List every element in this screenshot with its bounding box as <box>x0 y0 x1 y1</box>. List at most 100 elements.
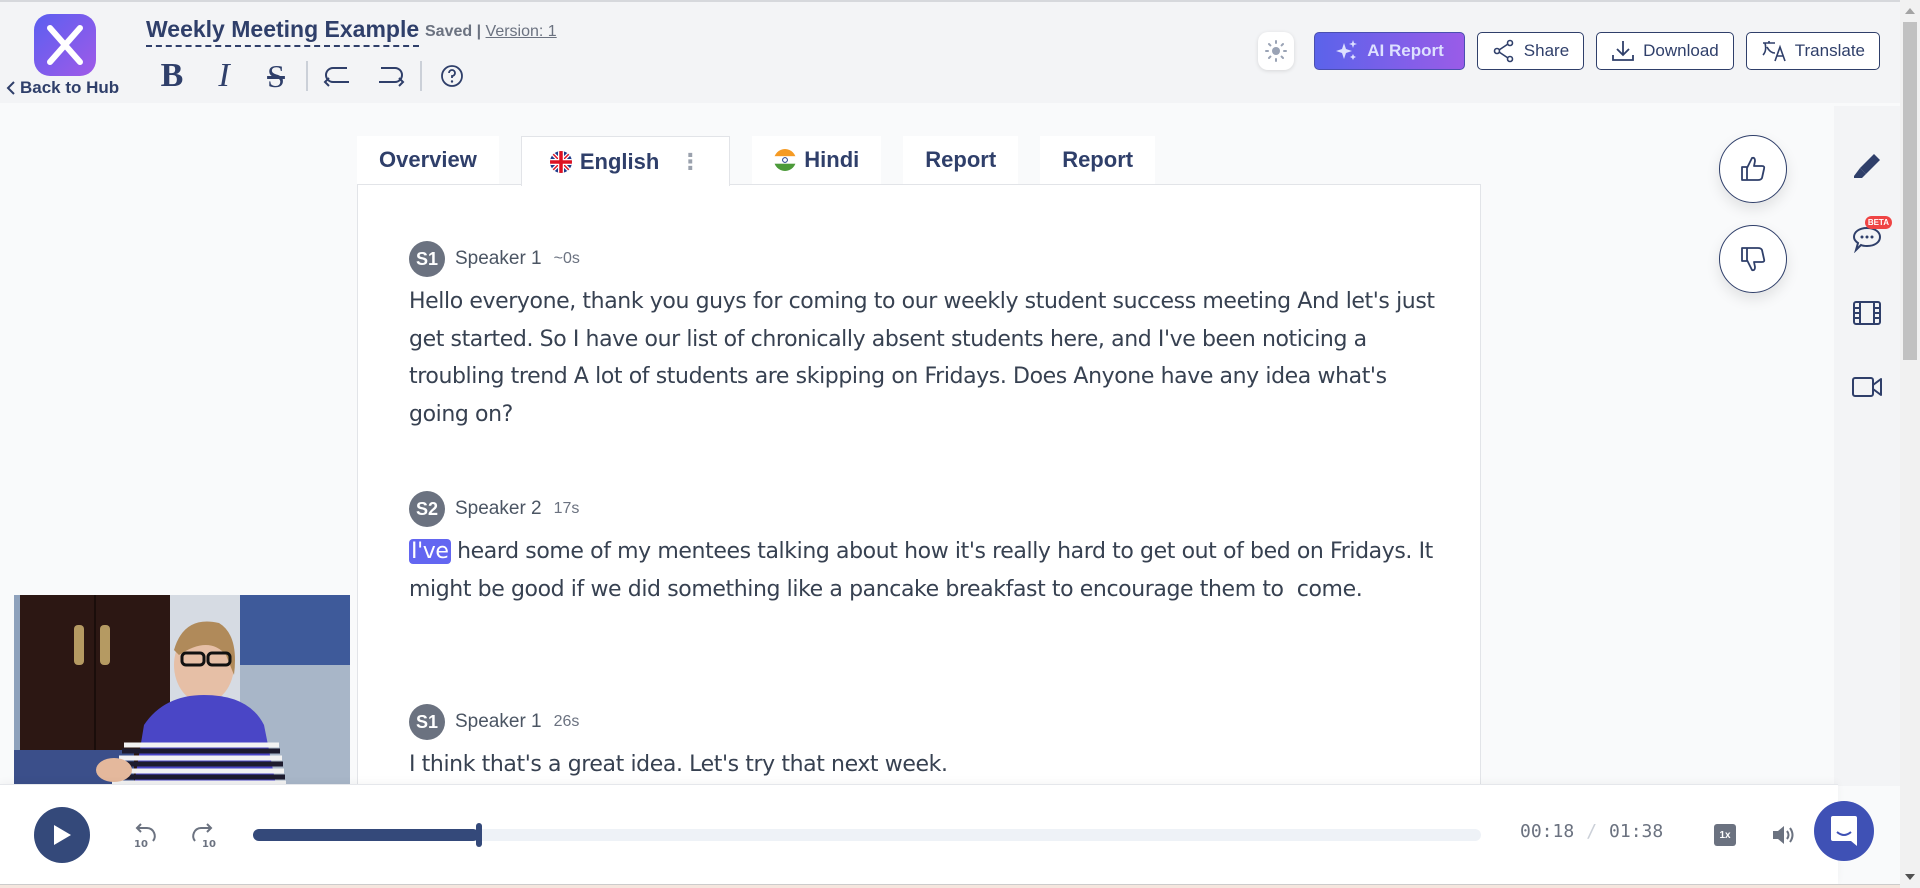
segment-timestamp[interactable]: 26s <box>554 713 580 731</box>
tab-bar: Overview English ⋮ Hindi Report Report <box>357 136 1177 186</box>
translate-button[interactable]: Translate <box>1745 32 1880 70</box>
tab-hindi[interactable]: Hindi <box>752 136 882 184</box>
header: Back to Hub Weekly Meeting Example Saved… <box>0 0 1900 103</box>
page-scrollbar[interactable] <box>1900 0 1920 888</box>
bold-button[interactable]: B <box>146 56 198 96</box>
current-word-highlight[interactable]: I've <box>409 539 451 564</box>
play-icon <box>54 825 71 845</box>
progress-fill <box>253 829 479 841</box>
film-icon <box>1853 301 1881 325</box>
total-time: 01:38 <box>1609 821 1664 842</box>
right-sidebar: BETA <box>1834 106 1900 786</box>
toolbar-divider <box>420 61 422 91</box>
document-title[interactable]: Weekly Meeting Example <box>146 16 420 47</box>
segment-text-rest: heard some of my mentees talking about h… <box>409 539 1440 602</box>
sparkle-icon <box>1336 40 1358 60</box>
italic-button[interactable]: I <box>198 56 250 96</box>
rewind-label: 10 <box>134 839 148 849</box>
volume-button[interactable] <box>1770 823 1796 852</box>
strikethrough-button[interactable]: S <box>250 56 302 96</box>
rewind-10-button[interactable]: 10 <box>131 821 159 850</box>
saved-label: Saved <box>425 23 473 40</box>
back-to-hub-link[interactable]: Back to Hub <box>6 78 119 98</box>
time-readout: 00:18 / 01:38 <box>1520 821 1663 842</box>
progress-track[interactable] <box>253 823 1481 847</box>
thumbs-down-button[interactable] <box>1719 225 1787 293</box>
undo-button[interactable] <box>312 56 364 96</box>
strikethrough-icon: S <box>267 57 285 94</box>
forward-10-button[interactable]: 10 <box>189 821 217 850</box>
undo-icon <box>323 67 349 87</box>
support-chat-launcher[interactable] <box>1814 801 1874 861</box>
redo-button[interactable] <box>364 56 416 96</box>
theme-toggle[interactable] <box>1258 32 1295 70</box>
download-button[interactable]: Download <box>1596 32 1734 70</box>
scroll-up-arrow[interactable] <box>1905 8 1915 14</box>
transcript-segment: S2 Speaker 2 17s I've heard some of my m… <box>409 491 1439 608</box>
speaker-row: S1 Speaker 1 ~0s <box>409 241 1439 277</box>
speaker-name[interactable]: Speaker 2 <box>455 498 542 520</box>
share-button[interactable]: Share <box>1476 32 1585 70</box>
speaker-name[interactable]: Speaker 1 <box>455 248 542 270</box>
transcript-segment: S1 Speaker 1 ~0s Hello everyone, thank y… <box>409 241 1439 433</box>
header-actions: AI Report Share Download Translate <box>1258 32 1880 70</box>
help-icon <box>441 65 463 87</box>
separator: | <box>476 23 482 40</box>
scroll-down-arrow[interactable] <box>1905 874 1915 880</box>
toolbar-divider <box>306 61 308 91</box>
translate-label: Translate <box>1794 41 1865 60</box>
tab-english[interactable]: English ⋮ <box>520 136 731 186</box>
tab-report-2[interactable]: Report <box>1040 136 1156 184</box>
forward-label: 10 <box>202 839 216 849</box>
speaker-name[interactable]: Speaker 1 <box>455 711 542 733</box>
forward-10-icon: 10 <box>192 823 216 850</box>
tab-label: Overview <box>379 147 477 172</box>
tab-label: Hindi <box>804 147 860 172</box>
tab-report-1[interactable]: Report <box>903 136 1019 184</box>
format-toolbar: B I S <box>146 56 478 96</box>
segment-text[interactable]: Hello everyone, thank you guys for comin… <box>409 283 1439 433</box>
uk-flag-icon <box>549 150 572 173</box>
video-camera-icon <box>1852 377 1882 397</box>
help-button[interactable] <box>426 56 478 96</box>
speaker-avatar[interactable]: S1 <box>409 241 445 277</box>
back-label: Back to Hub <box>20 78 120 97</box>
chat-button[interactable]: BETA <box>1850 216 1892 256</box>
speaker-avatar[interactable]: S2 <box>409 491 445 527</box>
film-button[interactable] <box>1850 296 1884 330</box>
video-preview[interactable] <box>14 595 350 785</box>
transcript-panel: S1 Speaker 1 ~0s Hello everyone, thank y… <box>357 184 1481 794</box>
segment-text[interactable]: I think that's a great idea. Let's try t… <box>409 746 1439 784</box>
download-label: Download <box>1643 41 1719 60</box>
india-flag-icon <box>774 149 797 171</box>
ai-report-button[interactable]: AI Report <box>1314 32 1465 70</box>
highlighter-button[interactable] <box>1850 150 1884 184</box>
redo-icon <box>379 67 405 87</box>
tab-overview[interactable]: Overview <box>357 136 499 184</box>
thumbs-up-button[interactable] <box>1719 135 1787 203</box>
app-logo[interactable] <box>34 14 96 76</box>
speaker-avatar[interactable]: S1 <box>409 704 445 740</box>
progress-handle[interactable] <box>476 823 482 847</box>
version-link[interactable]: Version: 1 <box>486 23 557 40</box>
rewind-10-icon: 10 <box>134 823 156 850</box>
play-button[interactable] <box>34 807 90 863</box>
video-camera-button[interactable] <box>1850 370 1884 404</box>
scrollbar-thumb[interactable] <box>1903 22 1917 360</box>
more-vertical-icon[interactable]: ⋮ <box>679 150 701 173</box>
bold-icon: B <box>160 57 184 94</box>
volume-icon <box>1773 826 1794 844</box>
ai-report-label: AI Report <box>1367 41 1444 60</box>
thumbs-up-icon <box>1741 156 1766 181</box>
audio-player: 10 10 00:18 / 01:38 1x <box>0 784 1838 884</box>
segment-text[interactable]: I've heard some of my mentees talking ab… <box>409 533 1439 608</box>
translate-icon <box>1762 41 1786 62</box>
chat-bubble-icon <box>1831 816 1857 846</box>
tab-label: Report <box>1062 147 1134 172</box>
sun-icon <box>1265 40 1288 62</box>
chat-icon <box>1852 226 1882 253</box>
segment-timestamp[interactable]: 17s <box>554 500 580 518</box>
playback-speed-button[interactable]: 1x <box>1714 824 1736 846</box>
speaker-row: S1 Speaker 1 26s <box>409 704 1439 740</box>
segment-timestamp[interactable]: ~0s <box>554 250 580 268</box>
